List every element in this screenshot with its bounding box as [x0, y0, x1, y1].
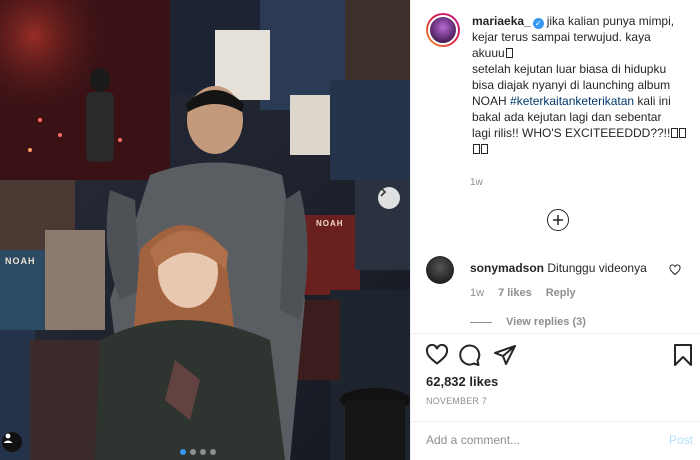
- add-comment-input[interactable]: [426, 433, 646, 447]
- actions-divider: [411, 333, 700, 334]
- commenter-avatar[interactable]: [426, 256, 454, 284]
- caption-line-2: kejar terus sampai terwujud. kaya: [472, 30, 651, 44]
- caption-line-7: bakal ada kejutan lagi dan sebentar: [472, 110, 662, 124]
- caption-line-8: lagi rilis!! WHO'S EXCITEEEDDD??!!: [472, 126, 671, 140]
- replies-divider-line: [470, 321, 492, 323]
- comment-meta: 1w 7 likes Reply: [470, 287, 576, 299]
- post-date[interactable]: NOVEMBER 7: [426, 396, 487, 406]
- photo-poster-label-2: NOAH: [316, 219, 344, 228]
- carousel-dot: [200, 449, 206, 455]
- view-replies-label: View replies (3): [506, 316, 586, 328]
- post-caption: mariaeka_ ✓ jika kalian punya mimpi, kejar…: [426, 13, 696, 157]
- emoji-glyph-icon: [671, 128, 679, 138]
- caption-timestamp[interactable]: 1w: [470, 177, 483, 188]
- comment-bubble-icon: [459, 344, 481, 366]
- chevron-right-icon: [380, 187, 387, 197]
- comment-likes-count[interactable]: 7 likes: [498, 287, 532, 299]
- emoji-glyph-icon: [481, 144, 488, 154]
- person-icon: [3, 433, 13, 443]
- load-more-comments-button[interactable]: [547, 209, 569, 231]
- emoji-glyph-icon: [505, 48, 513, 58]
- comment-item: sonymadson Ditunggu videonya: [426, 256, 696, 284]
- emoji-glyph-icon: [473, 144, 480, 154]
- plus-icon: [553, 215, 563, 225]
- post-photo[interactable]: NOAH NOAH: [0, 0, 410, 460]
- caption-line-5: bisa diajak nyanyi di launching album: [472, 78, 671, 92]
- photo-illustration: [0, 0, 410, 460]
- post-comment-button[interactable]: Post: [669, 433, 693, 447]
- like-button[interactable]: [425, 343, 449, 370]
- carousel-next-button[interactable]: [378, 187, 400, 209]
- caption-line-6-post: kali ini: [634, 94, 671, 108]
- paper-plane-icon: [494, 345, 516, 365]
- caption-text: mariaeka_ ✓ jika kalian punya mimpi, kejar…: [472, 13, 688, 157]
- caption-line-3: akuuu: [472, 46, 505, 60]
- save-button[interactable]: [671, 343, 695, 370]
- add-comment-form: Post: [411, 421, 700, 460]
- post-actions-bar: [425, 343, 695, 367]
- likes-count[interactable]: 62,832 likes: [426, 374, 498, 389]
- comment-text: Ditunggu videonya: [547, 261, 647, 275]
- author-username[interactable]: mariaeka_: [472, 14, 531, 28]
- carousel-dot: [210, 449, 216, 455]
- caption-line-4: setelah kejutan luar biasa di hidupku: [472, 62, 667, 76]
- carousel-indicator: [180, 449, 216, 455]
- verified-badge-icon: ✓: [532, 18, 544, 29]
- bookmark-icon: [674, 344, 692, 366]
- instagram-post: NOAH NOAH mariaeka_ ✓ jika kalian punya …: [0, 0, 700, 460]
- heart-outline-icon: [425, 343, 449, 365]
- share-button[interactable]: [493, 343, 517, 370]
- post-details-panel: mariaeka_ ✓ jika kalian punya mimpi, kejar…: [410, 0, 700, 460]
- author-avatar[interactable]: [426, 13, 460, 47]
- comment-reply-button[interactable]: Reply: [546, 287, 576, 299]
- comment-timestamp[interactable]: 1w: [470, 287, 484, 299]
- caption-hashtag-link[interactable]: #keterkaitanketerikatan: [510, 94, 634, 108]
- commenter-username[interactable]: sonymadson: [470, 261, 544, 275]
- emoji-glyph-icon: [679, 128, 687, 138]
- carousel-dot-active: [180, 449, 186, 455]
- comment-button[interactable]: [457, 343, 481, 370]
- caption-line-6-pre: NOAH: [472, 94, 511, 108]
- tagged-users-button[interactable]: [2, 432, 22, 452]
- photo-poster-label: NOAH: [5, 256, 36, 266]
- carousel-dot: [190, 449, 196, 455]
- view-replies-button[interactable]: View replies (3): [470, 316, 586, 328]
- caption-line-1: jika kalian punya mimpi,: [546, 14, 675, 28]
- like-comment-button[interactable]: [669, 264, 681, 279]
- heart-outline-icon: [669, 264, 681, 276]
